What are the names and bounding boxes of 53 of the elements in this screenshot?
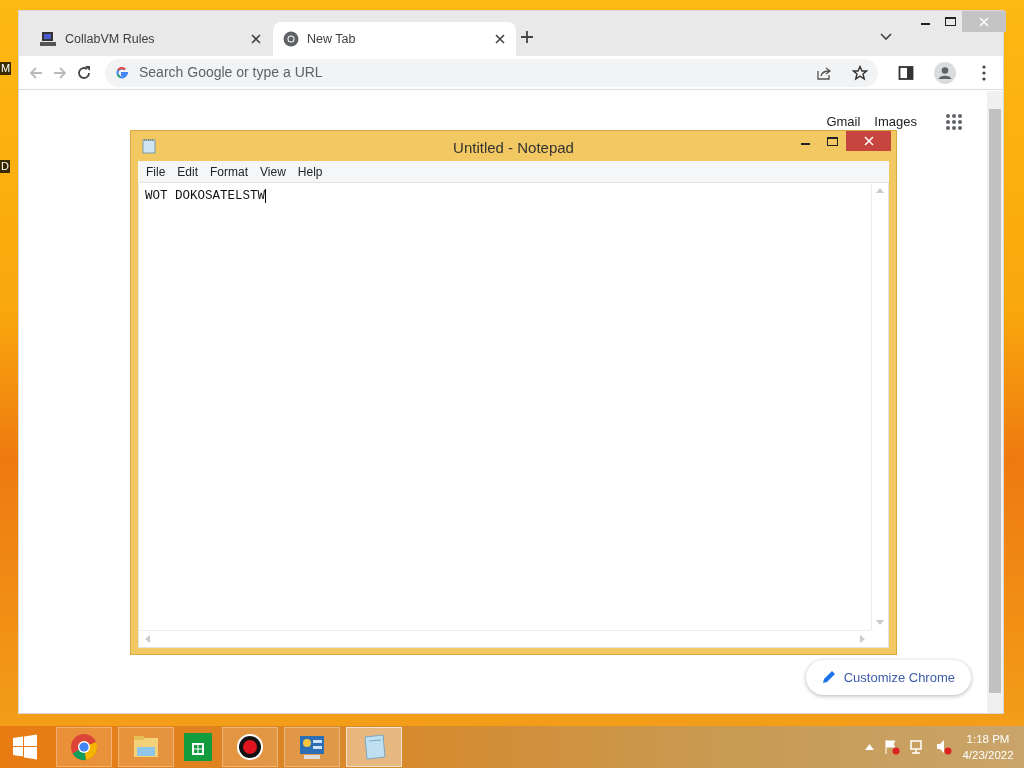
menu-item[interactable]: Help (291, 162, 329, 181)
tab-title: New Tab (307, 30, 357, 48)
menu-item[interactable]: File (140, 162, 172, 181)
header-link[interactable]: Gmail (826, 112, 861, 132)
window-title: Untitled - Notepad (453, 138, 574, 158)
desktop-icon-label: M (0, 62, 12, 75)
profile-icon[interactable] (934, 61, 956, 84)
side-panel-icon[interactable] (898, 64, 914, 81)
scroll-up-icon (876, 188, 884, 193)
scroll-left-icon (145, 635, 150, 643)
speaker-muted-icon[interactable] (936, 739, 952, 755)
close-icon (979, 16, 989, 27)
text-area[interactable]: WOT DOKOSATELSTW (138, 182, 889, 648)
chevron-down-icon[interactable] (880, 33, 892, 41)
taskbar-button[interactable] (222, 727, 278, 767)
pencil-icon (821, 670, 836, 685)
record-icon (236, 733, 264, 761)
google-icon (115, 65, 129, 80)
browser-tab[interactable]: New Tab (273, 22, 516, 56)
text-cursor (265, 188, 267, 203)
reload-icon[interactable] (75, 63, 93, 82)
scrollbar[interactable] (987, 91, 1003, 713)
address-bar[interactable]: Search Google or type a URL (105, 58, 878, 87)
new-tab-icon[interactable] (520, 30, 534, 44)
windows-start-icon[interactable] (12, 734, 38, 760)
store-icon (184, 733, 212, 761)
flag-icon[interactable] (884, 739, 900, 755)
browser-tab[interactable]: CollabVM Rules (29, 22, 272, 56)
menu-icon[interactable] (982, 64, 986, 81)
notepad-icon (142, 138, 156, 154)
close-button[interactable] (846, 131, 891, 151)
typed-text: WOT DOKOSATELSTW (145, 189, 266, 203)
menu-item[interactable]: View (254, 162, 292, 181)
chrome-icon (70, 733, 98, 761)
close-icon (863, 136, 874, 146)
maximize-icon[interactable] (945, 17, 956, 27)
close-icon[interactable] (494, 33, 506, 45)
tab-title: CollabVM Rules (65, 30, 156, 48)
header-link[interactable]: Images (874, 112, 917, 132)
desktop-icon-label: D (0, 160, 10, 173)
computer-icon (39, 30, 57, 48)
control-panel-icon (298, 733, 326, 761)
scroll-right-icon (860, 635, 865, 643)
chrome-icon (283, 31, 299, 47)
star-icon[interactable] (852, 64, 868, 81)
menu-item[interactable]: Edit (171, 162, 205, 181)
close-icon[interactable] (250, 33, 262, 45)
apps-grid-icon[interactable] (945, 112, 963, 131)
maximize-icon[interactable] (827, 137, 838, 147)
scroll-down-icon (876, 620, 884, 625)
customize-chrome-button[interactable]: Customize Chrome (805, 659, 971, 695)
menu-item[interactable]: Format (204, 162, 255, 181)
address-field[interactable]: Search Google or type a URL (137, 61, 808, 84)
